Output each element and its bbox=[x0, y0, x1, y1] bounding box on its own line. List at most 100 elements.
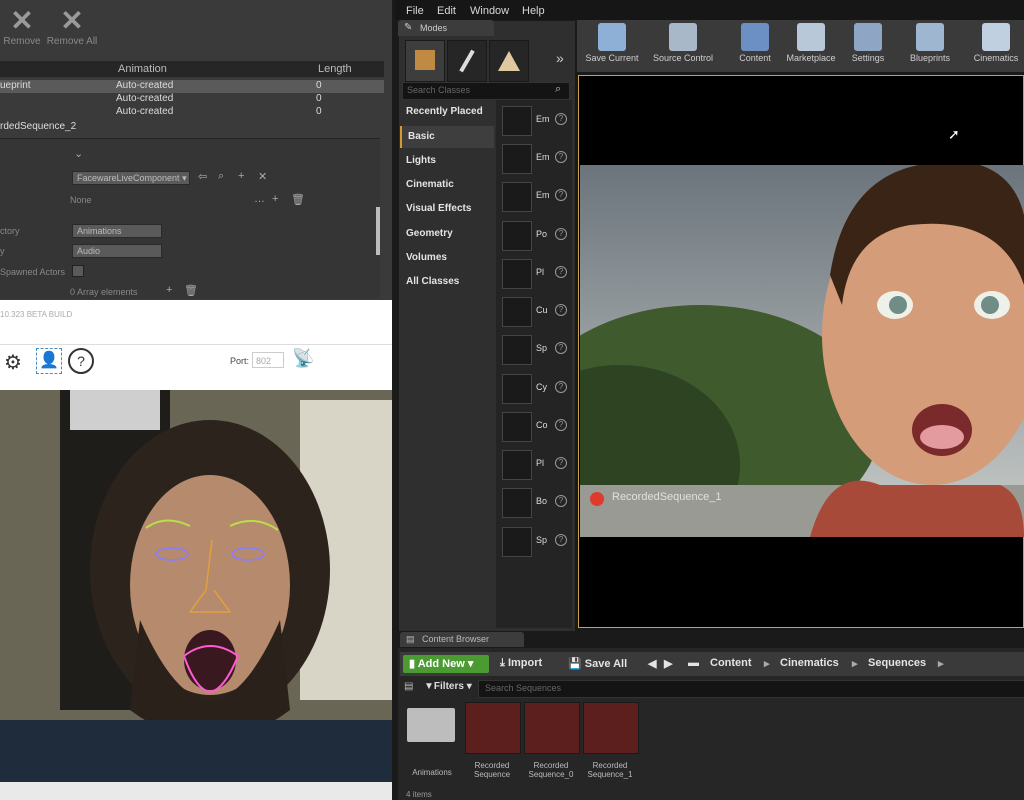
list-item[interactable]: Em? bbox=[500, 104, 570, 138]
trash-icon[interactable]: 🗑 bbox=[291, 193, 305, 206]
list-item[interactable]: Po? bbox=[500, 219, 570, 253]
list-item[interactable]: Co? bbox=[500, 410, 570, 444]
category-basic[interactable]: Basic bbox=[400, 126, 494, 148]
category-recently-placed[interactable]: Recently Placed bbox=[400, 101, 494, 123]
breadcrumb-cinematics[interactable]: Cinematics bbox=[780, 657, 839, 669]
import-button[interactable]: ⤓ Import bbox=[500, 657, 542, 670]
breadcrumb-content[interactable]: Content bbox=[710, 657, 752, 669]
forward-icon[interactable]: ▶ bbox=[664, 657, 672, 670]
add-icon[interactable]: + bbox=[238, 170, 244, 182]
column-length[interactable]: Length bbox=[318, 63, 352, 75]
help-icon: ? bbox=[555, 342, 567, 354]
directory-field[interactable]: Animations bbox=[72, 224, 162, 238]
table-row[interactable]: ueprint Auto-created 0 bbox=[0, 80, 384, 93]
sphere-trigger-icon bbox=[502, 527, 532, 557]
audio-field[interactable]: Audio bbox=[72, 244, 162, 258]
paint-mode-icon[interactable] bbox=[447, 40, 487, 82]
category-lights[interactable]: Lights bbox=[400, 150, 494, 172]
help-icon: ? bbox=[555, 495, 567, 507]
cube-icon bbox=[502, 297, 532, 327]
list-item[interactable]: Cy? bbox=[500, 372, 570, 406]
save-all-button[interactable]: 💾 Save All bbox=[568, 657, 627, 670]
menu-window[interactable]: Window bbox=[470, 5, 509, 17]
tab-content-browser[interactable]: ▤ Content Browser bbox=[400, 632, 524, 647]
marketplace-button[interactable]: Marketplace bbox=[780, 23, 842, 63]
list-item[interactable]: Cu? bbox=[500, 295, 570, 329]
search-sequences-input[interactable]: Search Sequences bbox=[478, 680, 1024, 698]
blueprints-button[interactable]: Blueprints bbox=[903, 23, 957, 63]
menu-help[interactable]: Help bbox=[522, 5, 545, 17]
tab-modes[interactable]: ✎ Modes bbox=[398, 20, 494, 36]
list-item[interactable]: Em? bbox=[500, 180, 570, 214]
add-new-button[interactable]: ▮ Add New ▾ bbox=[403, 655, 489, 673]
help-icon: ? bbox=[555, 304, 567, 316]
cinematics-button[interactable]: Cinematics bbox=[969, 23, 1023, 63]
port-field[interactable]: 802 bbox=[252, 352, 284, 368]
folder-icon[interactable]: ▬ bbox=[688, 657, 699, 669]
save-icon bbox=[598, 23, 626, 51]
sphere-icon bbox=[502, 106, 532, 136]
webcam-feed bbox=[0, 390, 392, 782]
more-icon[interactable]: … bbox=[254, 193, 265, 205]
list-item[interactable]: Em? bbox=[500, 142, 570, 176]
table-row[interactable]: Auto-created 0 bbox=[0, 106, 384, 119]
arrow-left-icon[interactable]: ⇦ bbox=[198, 170, 207, 183]
spawned-actors-checkbox[interactable] bbox=[72, 265, 84, 277]
search-classes-input[interactable]: Search Classes ⌕ bbox=[402, 82, 570, 100]
category-geometry[interactable]: Geometry bbox=[400, 223, 494, 245]
array-elements-label: 0 Array elements bbox=[70, 287, 138, 297]
clear-icon[interactable]: ✕ bbox=[258, 170, 267, 183]
sequence-asset-icon[interactable] bbox=[465, 702, 521, 754]
search-icon[interactable]: ⌕ bbox=[218, 170, 224, 183]
save-current-button[interactable]: Save Current bbox=[581, 23, 643, 63]
menu-file[interactable]: File bbox=[406, 5, 424, 17]
landscape-mode-icon[interactable] bbox=[489, 40, 529, 82]
scrollbar[interactable] bbox=[376, 207, 380, 255]
source-control-icon bbox=[669, 23, 697, 51]
help-icon: ? bbox=[555, 534, 567, 546]
add-element-icon[interactable]: + bbox=[272, 193, 278, 205]
list-item[interactable]: Pl? bbox=[500, 257, 570, 291]
chevron-right-icon[interactable]: » bbox=[556, 50, 564, 66]
broadcast-icon[interactable]: 📡 bbox=[292, 348, 314, 369]
port-label: Port: bbox=[230, 356, 250, 366]
remove-all-button[interactable]: ✕ Remove All bbox=[46, 6, 98, 48]
directory-label: ctory bbox=[0, 226, 20, 236]
category-visual-effects[interactable]: Visual Effects bbox=[400, 198, 494, 220]
gear-icon[interactable]: ⚙ bbox=[4, 350, 22, 375]
add-array-icon[interactable]: + bbox=[166, 284, 172, 296]
remove-button[interactable]: ✕ Remove bbox=[2, 6, 42, 48]
category-all-classes[interactable]: All Classes bbox=[400, 271, 494, 293]
table-row[interactable]: Auto-created 0 bbox=[0, 93, 384, 106]
sequence-asset-icon[interactable] bbox=[583, 702, 639, 754]
back-icon[interactable]: ◀ bbox=[648, 657, 656, 670]
help-icon[interactable]: ? bbox=[68, 348, 94, 374]
tree-toggle-icon[interactable]: ▤ bbox=[404, 681, 413, 692]
asset-label: Recorded Sequence_0 bbox=[528, 761, 574, 779]
spawned-actors-label: Spawned Actors bbox=[0, 267, 66, 277]
actor-icon bbox=[502, 144, 532, 174]
list-item[interactable]: Sp? bbox=[500, 333, 570, 367]
breadcrumb-sequences[interactable]: Sequences bbox=[868, 657, 926, 669]
folder-icon[interactable] bbox=[407, 708, 455, 742]
chevron-down-icon[interactable]: ⌄ bbox=[74, 147, 83, 160]
place-mode-icon[interactable] bbox=[405, 40, 445, 82]
add-icon: ▮ bbox=[409, 658, 416, 670]
settings-button[interactable]: Settings bbox=[845, 23, 891, 63]
sequence-asset-icon[interactable] bbox=[524, 702, 580, 754]
person-icon[interactable]: 👤 bbox=[36, 348, 62, 374]
list-item[interactable]: Sp? bbox=[500, 525, 570, 559]
search-icon[interactable]: ⌕ bbox=[555, 83, 561, 96]
component-select[interactable]: FacewareLiveComponent ▾ bbox=[72, 171, 190, 185]
category-volumes[interactable]: Volumes bbox=[400, 247, 494, 269]
category-cinematic[interactable]: Cinematic bbox=[400, 174, 494, 196]
list-item[interactable]: Bo? bbox=[500, 486, 570, 520]
content-button[interactable]: Content bbox=[732, 23, 778, 63]
audio-label: y bbox=[0, 246, 5, 256]
trash-array-icon[interactable]: 🗑 bbox=[184, 284, 198, 297]
filters-button[interactable]: ▼Filters ▾ bbox=[424, 681, 472, 692]
menu-edit[interactable]: Edit bbox=[437, 5, 456, 17]
list-item[interactable]: Pl? bbox=[500, 448, 570, 482]
column-animation[interactable]: Animation bbox=[118, 63, 167, 75]
source-control-button[interactable]: Source Control bbox=[647, 23, 719, 63]
